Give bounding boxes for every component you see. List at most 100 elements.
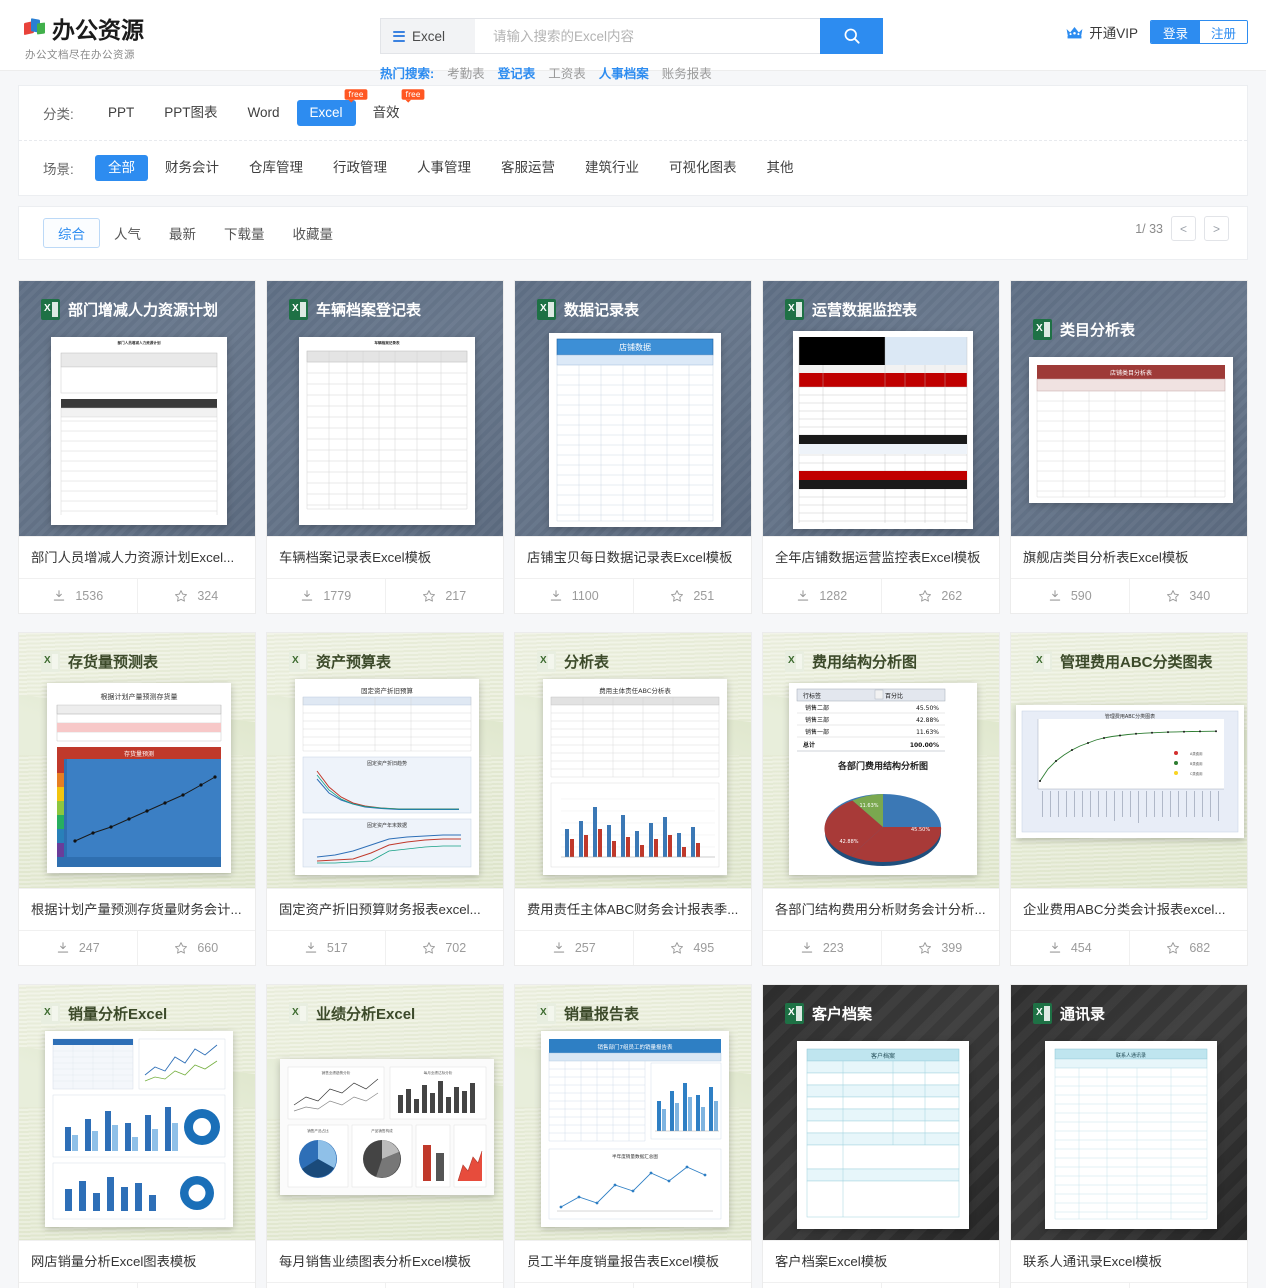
svg-text:店铺数据: 店铺数据 xyxy=(619,342,651,352)
template-card[interactable]: X 分析表 费用主体责任ABC分析表 费用责任主体ABC财务会计报表季... 2… xyxy=(514,632,752,966)
favorite-count: 702 xyxy=(445,941,467,955)
template-card[interactable]: X 部门增减人力资源计划 部门人员增减人力资源计划 部门人员增减人力资源计划Ex… xyxy=(18,280,256,614)
template-card[interactable]: X 管理费用ABC分类图表 管理费用ABC分类图表 A类费用 B类费用 C类费用… xyxy=(1010,632,1248,966)
next-page-button[interactable]: > xyxy=(1204,216,1229,241)
svg-text:根据计划产量预测存货量: 根据计划产量预测存货量 xyxy=(101,692,178,701)
template-card[interactable]: X 通讯录 联系人通讯录 联系人通讯录Excel模板 xyxy=(1010,984,1248,1288)
chip-label: PPT图表 xyxy=(164,105,218,120)
logo-title: 办公资源 xyxy=(52,18,144,44)
card-title[interactable]: 全年店铺数据运营监控表Excel模板 xyxy=(763,536,999,578)
scene-chip-all[interactable]: 全部 xyxy=(95,155,148,181)
prev-page-button[interactable]: < xyxy=(1171,216,1196,241)
svg-text:固定资产年末数据: 固定资产年末数据 xyxy=(367,822,407,829)
svg-text:产品销售构成: 产品销售构成 xyxy=(371,1128,393,1133)
category-chip-ppt[interactable]: PPT xyxy=(95,100,147,126)
category-chips: PPT PPT图表 Word Excel free 音效 free xyxy=(95,89,424,126)
sort-item-comprehensive[interactable]: 综合 xyxy=(43,218,100,248)
template-card[interactable]: X 销量报告表 销售部门7组员工的销量报告表 半年度销量数据汇总图 员工半年度销… xyxy=(514,984,752,1288)
card-thumbnail: X 存货量预测表 根据计划产量预测存货量 存货量预测 xyxy=(19,633,255,888)
template-row-3: X 销量分析Excel 网店销量分析Excel图表模板 X 业绩分析Excel … xyxy=(18,976,1248,1288)
hot-keyword-0[interactable]: 考勤表 xyxy=(447,63,485,82)
sort-item-downloads[interactable]: 下载量 xyxy=(210,219,279,247)
scene-chip-admin[interactable]: 行政管理 xyxy=(320,155,400,181)
search-input[interactable] xyxy=(475,18,820,54)
register-button[interactable]: 注册 xyxy=(1199,21,1247,43)
scene-chip-construction[interactable]: 建筑行业 xyxy=(572,155,652,181)
category-chip-ppt-chart[interactable]: PPT图表 xyxy=(151,100,230,126)
pagination: 1/ 33 < > xyxy=(1135,216,1229,241)
card-title[interactable]: 店铺宝贝每日数据记录表Excel模板 xyxy=(515,536,751,578)
category-chip-excel[interactable]: Excel free xyxy=(296,89,367,126)
pie-chart: 行标签 百分比 销售二部 45.50% 销售三部 42.88% 销售一部 11.… xyxy=(796,688,946,866)
svg-text:11.63%: 11.63% xyxy=(859,803,878,809)
template-card[interactable]: X 资产预算表 固定资产折旧预算 固定资产折旧趋势 固定资产年末数据 固定资产折… xyxy=(266,632,504,966)
template-card[interactable]: X 运营数据监控表 全年店铺数据运营监控表Excel模板 1282 262 xyxy=(762,280,1000,614)
card-title[interactable]: 员工半年度销量报告表Excel模板 xyxy=(515,1240,751,1282)
star-icon xyxy=(919,942,932,954)
svg-text:C类费用: C类费用 xyxy=(1190,771,1203,776)
login-button[interactable]: 登录 xyxy=(1150,21,1200,43)
excel-icon: X xyxy=(537,299,556,320)
hot-keyword-3[interactable]: 人事档案 xyxy=(599,63,649,82)
category-chip-word[interactable]: Word xyxy=(235,100,293,126)
scene-chip-service[interactable]: 客服运营 xyxy=(488,155,568,181)
page-root: 办公资源 办公文档尽在办公资源 Excel 热门搜索: 考勤表 登记表 工资表 … xyxy=(0,0,1266,1288)
sort-bar: 综合 人气 最新 下载量 收藏量 1/ 33 < > xyxy=(18,206,1248,260)
scene-label: 场景: xyxy=(43,162,74,177)
chip-label: Excel xyxy=(309,105,343,120)
download-stat: 454 xyxy=(1011,931,1129,965)
card-title[interactable]: 每月销售业绩图表分析Excel模板 xyxy=(267,1240,503,1282)
open-vip-button[interactable]: 开通VIP xyxy=(1065,22,1138,42)
card-title[interactable]: 费用责任主体ABC财务会计报表季... xyxy=(515,888,751,930)
card-title[interactable]: 固定资产折旧预算财务报表excel... xyxy=(267,888,503,930)
template-card[interactable]: X 存货量预测表 根据计划产量预测存货量 存货量预测 根据计划产量预测存货量财务… xyxy=(18,632,256,966)
card-stats: 249 314 xyxy=(515,1282,751,1288)
chip-label: 仓库管理 xyxy=(249,160,303,175)
excel-icon: X xyxy=(1033,651,1052,672)
template-card[interactable]: X 费用结构分析图 行标签 百分比 销售二部 45.50% 销售三部 42.88… xyxy=(762,632,1000,966)
search-button[interactable] xyxy=(820,18,883,54)
card-title[interactable]: 旗舰店类目分析表Excel模板 xyxy=(1011,536,1247,578)
template-card[interactable]: X 业绩分析Excel 销售业绩趋势分析 每月业绩达标分析 销售产品占比 产品销… xyxy=(266,984,504,1288)
hot-keyword-2[interactable]: 工资表 xyxy=(548,63,586,82)
card-title[interactable]: 部门人员增减人力资源计划Excel... xyxy=(19,536,255,578)
site-logo[interactable]: 办公资源 办公文档尽在办公资源 xyxy=(24,11,174,62)
card-thumbnail: X 数据记录表 店铺数据 xyxy=(515,281,751,536)
favorite-stat: 660 xyxy=(136,931,256,965)
scene-chip-warehouse[interactable]: 仓库管理 xyxy=(236,155,316,181)
sort-item-favorites[interactable]: 收藏量 xyxy=(279,219,348,247)
favorite-stat: 682 xyxy=(1128,931,1248,965)
sort-item-popularity[interactable]: 人气 xyxy=(100,219,155,247)
preview-sheet: 店铺类目分析表 xyxy=(1029,357,1233,503)
chip-label: Word xyxy=(247,105,280,120)
favorite-count: 682 xyxy=(1189,941,1211,955)
card-title[interactable]: 联系人通讯录Excel模板 xyxy=(1011,1240,1247,1282)
template-card[interactable]: X 类目分析表 店铺类目分析表 旗舰店类目分析表Excel模板 590 340 xyxy=(1010,280,1248,614)
hot-keyword-4[interactable]: 账务报表 xyxy=(662,63,712,82)
search-category-select[interactable]: Excel xyxy=(380,18,475,54)
template-card[interactable]: X 客户档案 客户档案 客户档案Excel模板 xyxy=(762,984,1000,1288)
scene-chip-hr[interactable]: 人事管理 xyxy=(404,155,484,181)
scene-chip-finance[interactable]: 财务会计 xyxy=(152,155,232,181)
card-title[interactable]: 企业费用ABC分类会计报表excel... xyxy=(1011,888,1247,930)
auth-buttons: 登录 注册 xyxy=(1149,20,1248,44)
chip-label: 人事管理 xyxy=(417,160,471,175)
sort-item-newest[interactable]: 最新 xyxy=(155,219,210,247)
template-card[interactable]: X 数据记录表 店铺数据 店铺宝贝每日数据记录表Excel模板 1100 251 xyxy=(514,280,752,614)
download-count: 1536 xyxy=(75,589,104,603)
svg-text:管理费用ABC分类图表: 管理费用ABC分类图表 xyxy=(1105,713,1155,720)
svg-text:存货量预测: 存货量预测 xyxy=(124,750,154,758)
hot-keyword-1[interactable]: 登记表 xyxy=(498,63,536,82)
card-title[interactable]: 根据计划产量预测存货量财务会计... xyxy=(19,888,255,930)
star-icon xyxy=(423,590,436,602)
template-card[interactable]: X 销量分析Excel 网店销量分析Excel图表模板 xyxy=(18,984,256,1288)
template-card[interactable]: X 车辆档案登记表 车辆档案记录表 车辆档案记录表Excel模板 1779 21… xyxy=(266,280,504,614)
card-title[interactable]: 网店销量分析Excel图表模板 xyxy=(19,1240,255,1282)
card-title[interactable]: 客户档案Excel模板 xyxy=(763,1240,999,1282)
card-stats: 415 350 xyxy=(267,1282,503,1288)
card-title[interactable]: 各部门结构费用分析财务会计分析... xyxy=(763,888,999,930)
category-chip-audio[interactable]: 音效 free xyxy=(360,89,424,126)
scene-chip-visual[interactable]: 可视化图表 xyxy=(656,155,750,181)
scene-chip-other[interactable]: 其他 xyxy=(754,155,807,181)
card-title[interactable]: 车辆档案记录表Excel模板 xyxy=(267,536,503,578)
